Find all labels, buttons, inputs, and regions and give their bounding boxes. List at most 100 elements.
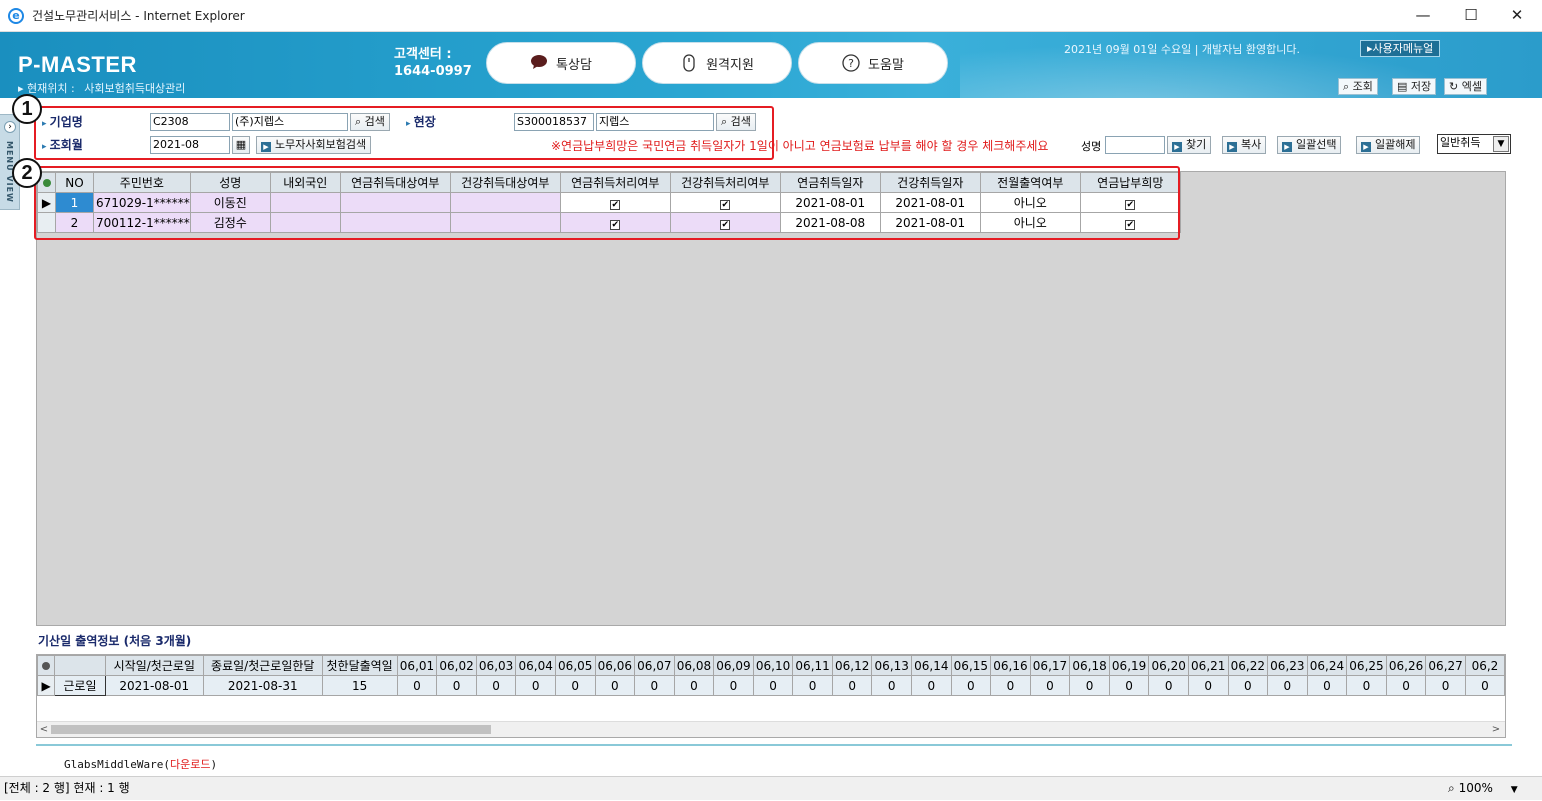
attendance-cell[interactable]: 2021-08-01 <box>104 675 204 696</box>
attendance-cell[interactable]: 0 <box>713 675 754 696</box>
window-title: 건설노무관리서비스 - Internet Explorer <box>32 9 245 23</box>
col-header-attendance[interactable]: 06,22 <box>1227 655 1269 676</box>
attendance-cell[interactable]: 0 <box>1069 675 1110 696</box>
col-header-attendance[interactable]: 06,23 <box>1267 655 1308 676</box>
deselect-all-button[interactable]: ▶ 일괄해제 <box>1356 136 1421 154</box>
attendance-cell[interactable]: 2021-08-31 <box>202 675 323 696</box>
col-header-attendance[interactable]: 06,04 <box>515 655 556 676</box>
col-header-attendance[interactable]: 첫한달출역일 <box>321 655 398 676</box>
col-header-attendance[interactable]: 06,09 <box>713 655 754 676</box>
attendance-cell[interactable]: 0 <box>1029 675 1071 696</box>
col-header-attendance[interactable]: 06,01 <box>396 655 438 676</box>
attendance-cell[interactable]: 0 <box>1464 675 1505 696</box>
attendance-cell[interactable]: 0 <box>831 675 873 696</box>
chat-consult-button[interactable]: 톡상담 <box>486 42 636 84</box>
col-header-attendance[interactable]: 06,17 <box>1029 655 1071 676</box>
attendance-cell[interactable]: 0 <box>554 675 596 696</box>
col-header-attendance[interactable]: 06,07 <box>634 655 675 676</box>
chevron-down-icon[interactable]: ▼ <box>1511 785 1518 795</box>
excel-button[interactable]: ↻ 엑셀 <box>1444 78 1487 95</box>
help-button[interactable]: ? 도움말 <box>798 42 948 84</box>
attendance-cell[interactable]: 0 <box>1187 675 1229 696</box>
close-button[interactable]: ✕ <box>1494 0 1540 32</box>
attendance-cell[interactable]: 0 <box>634 675 675 696</box>
attendance-cell[interactable]: 0 <box>436 675 477 696</box>
col-header-attendance[interactable]: 06,2 <box>1464 655 1505 676</box>
col-header-attendance[interactable]: 06,27 <box>1425 655 1466 676</box>
question-icon: ? <box>842 54 860 72</box>
scroll-thumb[interactable] <box>51 725 491 734</box>
find-button[interactable]: ▶ 찾기 <box>1167 136 1212 154</box>
acquisition-type-select[interactable]: 일반취득 ▼ <box>1437 134 1511 154</box>
col-header-attendance[interactable]: 시작일/첫근로일 <box>104 655 204 676</box>
app-logo[interactable]: P-MASTER <box>18 52 137 78</box>
col-header-attendance[interactable]: 06,11 <box>792 655 833 676</box>
col-header-attendance[interactable]: 06,25 <box>1346 655 1387 676</box>
attendance-cell[interactable]: 15 <box>321 675 398 696</box>
highlight-box-1 <box>34 106 774 160</box>
name-search-input[interactable] <box>1105 136 1165 154</box>
col-header-attendance[interactable] <box>54 655 106 676</box>
attendance-cell[interactable]: 0 <box>1267 675 1308 696</box>
attendance-cell[interactable]: 0 <box>911 675 952 696</box>
col-header-attendance[interactable]: 06,16 <box>990 655 1031 676</box>
col-header-attendance[interactable]: 06,10 <box>752 655 794 676</box>
col-header-attendance[interactable]: 06,06 <box>594 655 636 676</box>
col-header-attendance[interactable]: 06,18 <box>1069 655 1110 676</box>
maximize-button[interactable]: ☐ <box>1448 0 1494 32</box>
col-header-attendance[interactable]: 06,08 <box>673 655 715 676</box>
attendance-cell[interactable]: 0 <box>1148 675 1189 696</box>
col-header-attendance[interactable]: 06,05 <box>554 655 596 676</box>
chevron-down-icon[interactable]: ▼ <box>1493 136 1509 152</box>
user-manual-button[interactable]: ▸사용자메뉴얼 <box>1360 40 1441 57</box>
sidebar-toggle-icon[interactable]: › <box>4 121 16 133</box>
query-button[interactable]: ⌕ 조회 <box>1338 78 1378 95</box>
col-header-attendance[interactable]: 종료일/첫근로일한달 <box>202 655 323 676</box>
attendance-cell[interactable]: 0 <box>792 675 833 696</box>
col-header-attendance[interactable]: 06,19 <box>1108 655 1150 676</box>
attendance-cell[interactable]: 0 <box>1227 675 1269 696</box>
minimize-button[interactable]: — <box>1400 0 1446 32</box>
row-pointer-icon[interactable]: ▶ <box>37 675 56 696</box>
col-header-attendance[interactable]: 06,03 <box>475 655 517 676</box>
attendance-grid: 시작일/첫근로일 종료일/첫근로일한달 첫한달출역일 06,01 06,02 06,03 0… <box>36 654 1506 738</box>
row-count-status: [전체 : 2 행] 현재 : 1 행 <box>4 781 130 795</box>
arrow-icon: ▶ <box>1227 142 1237 152</box>
remote-support-button[interactable]: 원격지원 <box>642 42 792 84</box>
col-header-attendance[interactable]: 06,02 <box>436 655 477 676</box>
attendance-cell[interactable]: 0 <box>515 675 556 696</box>
attendance-cell[interactable]: 0 <box>950 675 992 696</box>
col-header-attendance[interactable]: 06,15 <box>950 655 992 676</box>
col-header-attendance[interactable]: 06,12 <box>831 655 873 676</box>
select-all-button[interactable]: ▶ 일괄선택 <box>1277 136 1342 154</box>
attendance-cell[interactable]: 0 <box>1385 675 1427 696</box>
attendance-cell[interactable]: 0 <box>1306 675 1348 696</box>
save-button[interactable]: ▤ 저장 <box>1392 78 1437 95</box>
col-header-attendance[interactable]: 06,24 <box>1306 655 1348 676</box>
col-header-attendance[interactable]: 06,13 <box>871 655 913 676</box>
col-header-attendance[interactable]: 06,26 <box>1385 655 1427 676</box>
attendance-cell[interactable]: 0 <box>990 675 1031 696</box>
attendance-cell[interactable]: 0 <box>1425 675 1466 696</box>
attendance-cell[interactable]: 근로일 <box>54 675 106 696</box>
status-bar: [전체 : 2 행] 현재 : 1 행 ⌕ 100% ▼ <box>0 776 1542 800</box>
zoom-control[interactable]: ⌕ 100% ▼ <box>1448 777 1518 801</box>
attendance-cell[interactable]: 0 <box>594 675 636 696</box>
attendance-cell[interactable]: 0 <box>871 675 913 696</box>
middleware-download-link[interactable]: 다운로드 <box>170 758 210 771</box>
col-header-attendance[interactable]: 06,14 <box>911 655 952 676</box>
horizontal-scrollbar[interactable]: < > <box>37 721 1505 737</box>
scroll-left-icon[interactable]: < <box>37 722 51 737</box>
copy-button[interactable]: ▶ 복사 <box>1222 136 1267 154</box>
attendance-header-row: 시작일/첫근로일 종료일/첫근로일한달 첫한달출역일 06,01 06,02 06,03 0… <box>37 655 1505 676</box>
attendance-cell[interactable]: 0 <box>752 675 794 696</box>
col-header-attendance[interactable]: 06,21 <box>1187 655 1229 676</box>
attendance-cell[interactable]: 0 <box>475 675 517 696</box>
col-header-attendance[interactable]: 06,20 <box>1148 655 1189 676</box>
table-row[interactable]: ▶ 근로일 2021-08-01 2021-08-31 15 0 0 0 0 0 0 0 0 0 0 0 0 0 0… <box>37 675 1505 696</box>
attendance-cell[interactable]: 0 <box>1346 675 1387 696</box>
scroll-right-icon[interactable]: > <box>1489 722 1503 737</box>
attendance-cell[interactable]: 0 <box>1108 675 1150 696</box>
attendance-cell[interactable]: 0 <box>673 675 715 696</box>
attendance-cell[interactable]: 0 <box>396 675 438 696</box>
